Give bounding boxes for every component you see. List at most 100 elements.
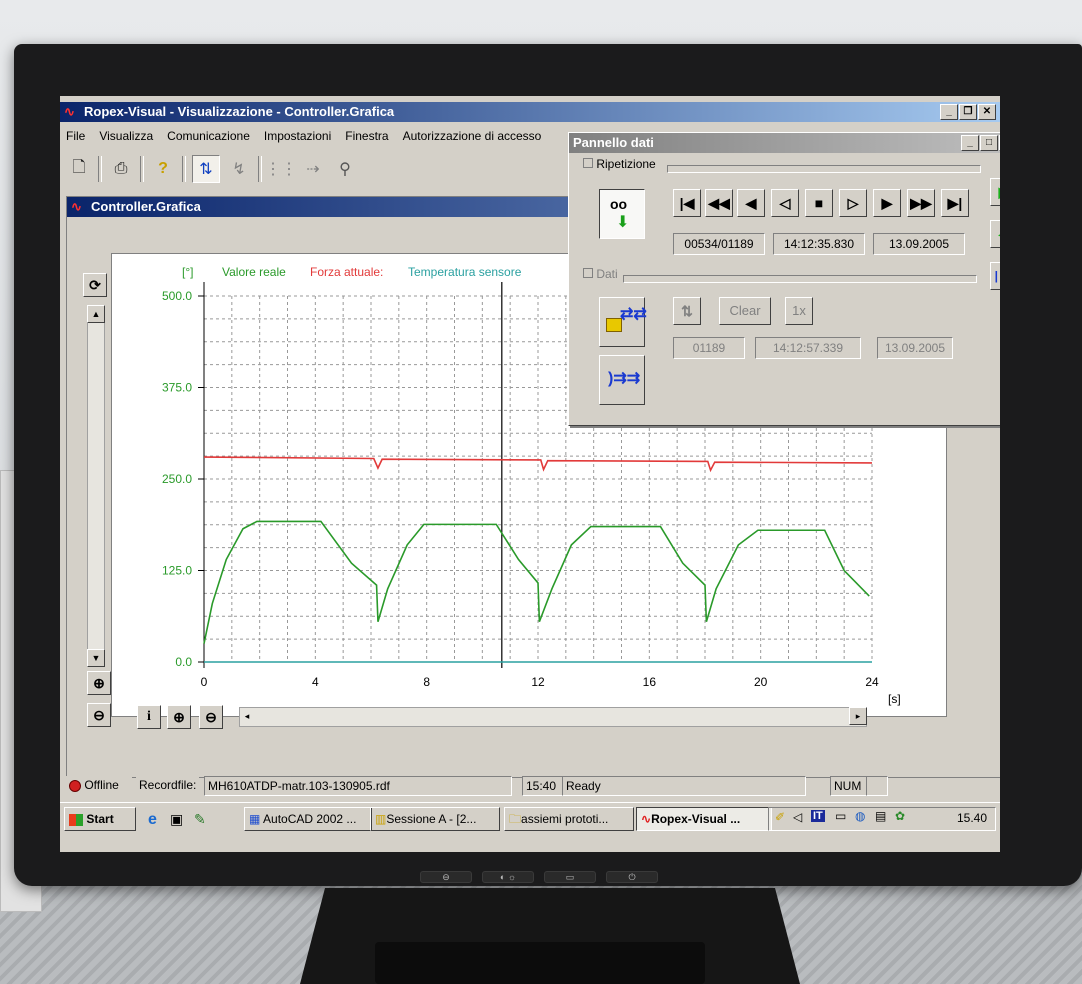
group-ripetizione: Ripetizione xyxy=(583,157,983,173)
step-forward-button[interactable]: ▶ xyxy=(873,189,901,217)
group-ripetizione-label: Ripetizione xyxy=(596,157,656,171)
speed-1x-button[interactable]: 1x xyxy=(785,297,813,325)
tray-monitor-icon[interactable]: ▭ xyxy=(835,809,846,823)
zoom-out-x-icon[interactable]: ⊖ xyxy=(199,705,223,729)
menu-comunicazione[interactable]: Comunicazione xyxy=(167,126,250,146)
task-label: Ropex-Visual ... xyxy=(651,812,741,826)
toolbar-separator xyxy=(182,156,186,182)
panel-maximize-button[interactable]: □ xyxy=(980,135,998,151)
fast-rewind-button[interactable]: ◀◀ xyxy=(705,189,733,217)
checkbox-dati[interactable] xyxy=(583,268,593,278)
series-line-valore-reale xyxy=(203,520,870,644)
transfer-icon[interactable]: ⇢ xyxy=(300,156,326,182)
tools-icon[interactable]: ⚲ xyxy=(332,156,358,182)
first-record-button[interactable]: |◀ xyxy=(673,189,701,217)
data-time: 14:12:57.339 xyxy=(755,337,861,359)
offline-icon xyxy=(69,779,81,792)
task-assiemi[interactable]: 🗀assiemi prototi... xyxy=(504,807,634,831)
quicklaunch-edit-icon[interactable]: ✎ xyxy=(194,811,206,828)
menu-autorizzazione[interactable]: Autorizzazione di accesso xyxy=(403,126,542,146)
record-date: 13.09.2005 xyxy=(873,233,965,255)
scroll-right-arrow-icon[interactable]: ▸ xyxy=(849,707,867,725)
monitor-input-button[interactable]: ▭ xyxy=(544,871,596,883)
tray-lang-indicator[interactable]: IT xyxy=(811,810,825,822)
checkbox-ripetizione[interactable] xyxy=(583,158,593,168)
info-icon[interactable]: i xyxy=(137,705,161,729)
task-sessione[interactable]: ▥Sessione A - [2... xyxy=(370,807,500,831)
group-divider xyxy=(667,165,981,173)
x-tick-label: 4 xyxy=(312,675,319,689)
task-autocad[interactable]: ▦ AutoCAD 2002 ... xyxy=(244,807,372,831)
stand-slot xyxy=(375,942,705,984)
monitor-menu-button[interactable]: ⊖ xyxy=(420,871,472,883)
menu-visualizza[interactable]: Visualizza xyxy=(99,126,153,146)
scroll-left-arrow-icon[interactable]: ◂ xyxy=(239,708,255,724)
clear-button[interactable]: Clear xyxy=(719,297,771,325)
print-icon[interactable]: ⎙ xyxy=(108,156,134,182)
task-ropex[interactable]: ∿Ropex-Visual ... xyxy=(636,807,772,831)
mdi-title: Controller.Grafica xyxy=(91,199,201,214)
panel-close-button[interactable]: ✕ xyxy=(999,135,1000,151)
start-button[interactable]: Start xyxy=(64,807,136,831)
connect-icon[interactable]: ⇅ xyxy=(192,155,220,183)
arrows-icon: ⇄⇄ xyxy=(620,306,647,323)
monitor-power-button[interactable]: ⏻ xyxy=(606,871,658,883)
legend-force: Forza attuale: xyxy=(310,265,383,279)
zoom-in-x-icon[interactable]: ⊕ xyxy=(167,705,191,729)
help-icon[interactable]: ? xyxy=(150,156,176,182)
menu-file[interactable]: File xyxy=(66,126,85,146)
quicklaunch-ie-icon[interactable]: e xyxy=(148,811,157,829)
fast-forward-button[interactable]: ▶▶ xyxy=(907,189,935,217)
task-label: Sessione A - [2... xyxy=(386,812,477,826)
export-arrows-button[interactable]: )⇉⇉ xyxy=(599,355,645,405)
scroll-down-arrow-icon[interactable]: ▼ xyxy=(87,649,105,667)
scroll-up-arrow-icon[interactable]: ▲ xyxy=(87,305,105,323)
step-back-button[interactable]: ◀ xyxy=(737,189,765,217)
legend-temp: Temperatura sensore xyxy=(408,265,522,279)
tray-globe-icon[interactable]: ◍ xyxy=(855,809,865,823)
flash-icon[interactable]: ↯ xyxy=(226,156,252,182)
status-bar: Offline Recordfile: MH610ATDP-matr.103-1… xyxy=(66,776,1000,796)
tray-color-icon[interactable]: ✿ xyxy=(895,809,905,823)
stop-button[interactable]: ■ xyxy=(805,189,833,217)
offline-label: Offline xyxy=(84,778,119,792)
status-empty xyxy=(866,776,888,796)
autocad-icon: ▦ xyxy=(249,812,261,826)
tray-pencil-icon[interactable]: ✐ xyxy=(775,810,785,824)
zoom-out-y-icon[interactable]: ⊖ xyxy=(87,703,111,727)
zoom-in-y-icon[interactable]: ⊕ xyxy=(87,671,111,695)
ropex-icon: ∿ xyxy=(64,104,75,119)
monitor-brightness-button[interactable]: ◐ ☼ xyxy=(482,871,534,883)
minimize-button[interactable]: _ xyxy=(940,104,958,120)
y-tick-label: 125.0 xyxy=(162,564,192,578)
menu-finestra[interactable]: Finestra xyxy=(345,126,388,146)
horizontal-scrollbar[interactable]: ◂ ▸ xyxy=(239,707,867,727)
last-record-button[interactable]: ▶| xyxy=(941,189,969,217)
y-tick-label: 250.0 xyxy=(162,472,192,486)
toolbar-separator xyxy=(140,156,144,182)
close-button[interactable]: ✕ xyxy=(978,104,996,120)
offline-status: Offline xyxy=(66,776,132,794)
prev-arrow-button[interactable]: ◀ xyxy=(990,220,1000,248)
next-arrow-button[interactable]: ▶ xyxy=(990,178,1000,206)
tray-network-icon[interactable]: ▤ xyxy=(875,809,886,823)
play-button[interactable]: ▷ xyxy=(839,189,867,217)
refresh-icon[interactable]: ⟳ xyxy=(83,273,107,297)
network-icon[interactable]: ⋮⋮ xyxy=(265,156,297,182)
menu-impostazioni[interactable]: Impostazioni xyxy=(264,126,331,146)
new-file-icon[interactable]: 🗋 xyxy=(66,156,92,182)
menu-bar: File Visualizza Comunicazione Impostazio… xyxy=(60,126,541,146)
x-tick-label: 16 xyxy=(643,675,657,689)
play-back-button[interactable]: ◁ xyxy=(771,189,799,217)
fit-width-button[interactable]: |↔| xyxy=(990,262,1000,290)
record-arrows-button[interactable]: ⇄⇄ xyxy=(599,297,647,347)
record-counter: 00534/01189 xyxy=(673,233,765,255)
restore-button[interactable]: ❐ xyxy=(959,104,977,120)
tray-volume-icon[interactable]: ◁ xyxy=(793,810,802,824)
data-date: 13.09.2005 xyxy=(877,337,953,359)
playback-mode-button[interactable]: oo ⬇ xyxy=(599,189,645,239)
data-connect-icon[interactable]: ⇅ xyxy=(673,297,701,325)
quicklaunch-desktop-icon[interactable]: ▣ xyxy=(170,811,183,828)
vertical-scrollbar[interactable]: ▲ ▼ xyxy=(87,305,105,667)
panel-minimize-button[interactable]: _ xyxy=(961,135,979,151)
